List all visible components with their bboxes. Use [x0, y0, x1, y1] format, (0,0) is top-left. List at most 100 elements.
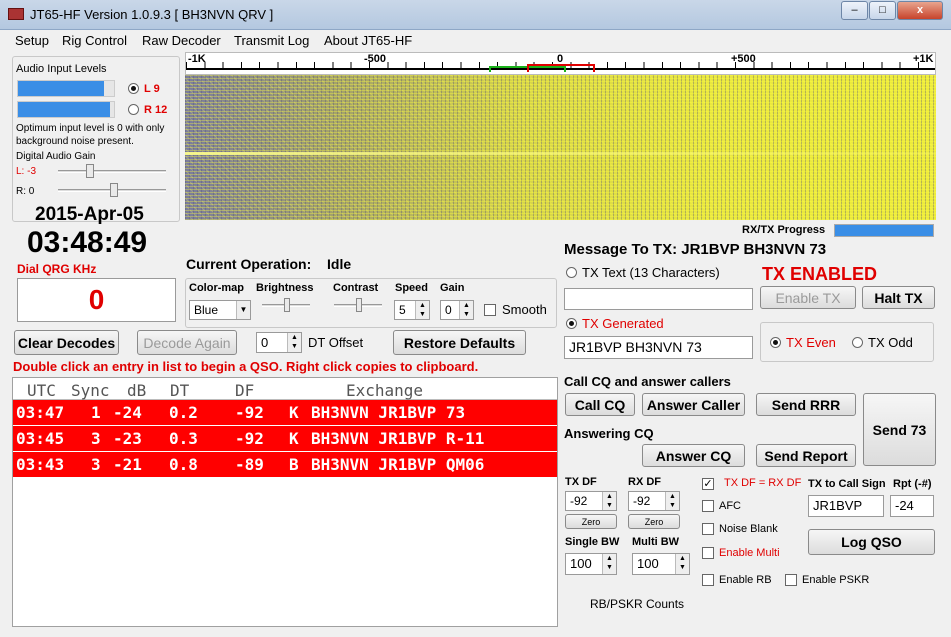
row-mode: K: [289, 403, 299, 422]
enable-pskr-checkbox[interactable]: [785, 574, 797, 586]
tx-text-input[interactable]: [564, 288, 753, 310]
row-exchange: BH3NVN JR1BVP 73: [311, 403, 466, 422]
row-db: -21: [113, 455, 142, 474]
single-bw-label: Single BW: [565, 536, 620, 548]
right-level-bar: [18, 102, 111, 117]
answer-caller-button[interactable]: Answer Caller: [642, 393, 745, 416]
rx-df-label: RX DF: [628, 476, 661, 488]
menu-rig-control[interactable]: Rig Control: [62, 33, 127, 48]
display-gain-value: 0: [445, 303, 452, 317]
decode-row[interactable]: 03:47 1 -24 0.2 -92 K BH3NVN JR1BVP 73: [13, 400, 557, 425]
colormap-select[interactable]: Blue ▼: [189, 300, 251, 320]
menu-about[interactable]: About JT65-HF: [324, 33, 412, 48]
single-bw-value: 100: [570, 556, 592, 571]
col-dt: DT: [170, 381, 190, 400]
send-report-button[interactable]: Send Report: [756, 444, 856, 467]
report-input[interactable]: -24: [890, 495, 934, 517]
brightness-thumb[interactable]: [284, 298, 290, 312]
tx-df-spinner[interactable]: -92 ▲ ▼: [565, 491, 617, 511]
spinner-arrows-icon: ▲ ▼: [602, 492, 616, 510]
tx-df-zero-button[interactable]: Zero: [565, 514, 617, 529]
dt-offset-spinner[interactable]: 0 ▲ ▼: [256, 332, 302, 353]
left-channel-radio[interactable]: [128, 83, 139, 94]
audio-hint: Optimum input level is 0 with only backg…: [16, 123, 165, 147]
afc-label: AFC: [719, 500, 741, 512]
brightness-label: Brightness: [256, 282, 314, 294]
waterfall-display[interactable]: [185, 75, 936, 220]
dial-qrg-field[interactable]: 0: [17, 278, 176, 322]
smooth-checkbox[interactable]: [484, 304, 496, 316]
log-qso-button[interactable]: Log QSO: [808, 529, 935, 555]
decode-row[interactable]: 03:45 3 -23 0.3 -92 K BH3NVN JR1BVP R-11: [13, 426, 557, 451]
tx-text-radio[interactable]: [566, 267, 577, 278]
waterfall-signal-trace: [185, 152, 936, 155]
col-sync: Sync: [71, 381, 110, 400]
tx-generated-field[interactable]: JR1BVP BH3NVN 73: [564, 336, 753, 359]
call-cq-button[interactable]: Call CQ: [565, 393, 635, 416]
row-df: -89: [235, 455, 264, 474]
title-bar: JT65-HF Version 1.0.9.3 [ BH3NVN QRV ] –…: [0, 0, 951, 30]
decode-row[interactable]: 03:43 3 -21 0.8 -89 B BH3NVN JR1BVP QM06: [13, 452, 557, 477]
afc-checkbox[interactable]: [702, 500, 714, 512]
tx-eq-rx-checkbox[interactable]: ✓: [702, 478, 714, 490]
tx-generated-radio[interactable]: [566, 318, 577, 329]
single-bw-spinner[interactable]: 100 ▲ ▼: [565, 553, 617, 575]
send-rrr-button[interactable]: Send RRR: [756, 393, 856, 416]
tx-even-radio[interactable]: [770, 337, 781, 348]
gain-left-slider[interactable]: [58, 170, 166, 173]
to-call-input[interactable]: JR1BVP: [808, 495, 884, 517]
rx-df-zero-button[interactable]: Zero: [628, 514, 680, 529]
tx-generated-label: TX Generated: [582, 316, 664, 331]
answer-cq-button[interactable]: Answer CQ: [642, 444, 745, 467]
rx-df-spinner[interactable]: -92 ▲ ▼: [628, 491, 680, 511]
right-channel-radio[interactable]: [128, 104, 139, 115]
chevron-down-icon: ▼: [236, 301, 250, 319]
contrast-thumb[interactable]: [356, 298, 362, 312]
to-call-label: TX to Call Sign: [808, 478, 886, 490]
menu-transmit-log[interactable]: Transmit Log: [234, 33, 309, 48]
progress-bar: [835, 225, 933, 236]
close-button[interactable]: x: [897, 1, 943, 20]
window-title: JT65-HF Version 1.0.9.3 [ BH3NVN QRV ]: [30, 7, 274, 22]
row-utc: 03:43: [16, 455, 65, 474]
row-exchange: BH3NVN JR1BVP QM06: [311, 455, 485, 474]
gain-left-thumb[interactable]: [86, 164, 94, 178]
restore-defaults-button[interactable]: Restore Defaults: [393, 330, 526, 355]
decode-list-header: UTC Sync dB DT DF Exchange: [13, 378, 557, 400]
spinner-arrows-icon: ▲ ▼: [287, 333, 301, 352]
minimize-button[interactable]: –: [841, 1, 868, 20]
tx-odd-radio[interactable]: [852, 337, 863, 348]
dt-offset-value: 0: [261, 335, 269, 350]
checkmark-icon: ✓: [703, 478, 713, 490]
row-exchange: BH3NVN JR1BVP R-11: [311, 429, 485, 448]
speed-spinner[interactable]: 5 ▲ ▼: [394, 300, 430, 320]
colormap-value: Blue: [194, 303, 219, 317]
row-sync: 1: [91, 403, 101, 422]
left-level-bar: [18, 81, 105, 96]
decode-again-button[interactable]: Decode Again: [137, 330, 237, 355]
menu-raw-decoder[interactable]: Raw Decoder: [142, 33, 221, 48]
gain-label: Gain: [440, 282, 465, 294]
noise-blank-checkbox[interactable]: [702, 523, 714, 535]
halt-tx-button[interactable]: Halt TX: [862, 286, 935, 309]
speed-value: 5: [399, 303, 406, 317]
display-gain-spinner[interactable]: 0 ▲ ▼: [440, 300, 474, 320]
menu-setup[interactable]: Setup: [15, 33, 49, 48]
gain-right-thumb[interactable]: [110, 183, 118, 197]
gain-right-label: R: 0: [16, 186, 35, 197]
multi-bw-spinner[interactable]: 100 ▲ ▼: [632, 553, 690, 575]
decode-list[interactable]: UTC Sync dB DT DF Exchange 03:47 1 -24 0…: [12, 377, 558, 627]
progress-label: RX/TX Progress: [742, 224, 826, 236]
enable-tx-button[interactable]: Enable TX: [760, 286, 856, 309]
current-operation-label: Current Operation:: [186, 256, 312, 272]
enable-rb-checkbox[interactable]: [702, 574, 714, 586]
app-icon: [8, 8, 24, 20]
row-utc: 03:47: [16, 403, 65, 422]
clear-decodes-button[interactable]: Clear Decodes: [14, 330, 119, 355]
row-dt: 0.3: [169, 429, 198, 448]
enable-multi-checkbox[interactable]: [702, 547, 714, 559]
enable-multi-label: Enable Multi: [719, 547, 780, 559]
send-73-button[interactable]: Send 73: [863, 393, 936, 466]
gain-title: Digital Audio Gain: [16, 151, 96, 162]
maximize-button[interactable]: □: [869, 1, 896, 20]
